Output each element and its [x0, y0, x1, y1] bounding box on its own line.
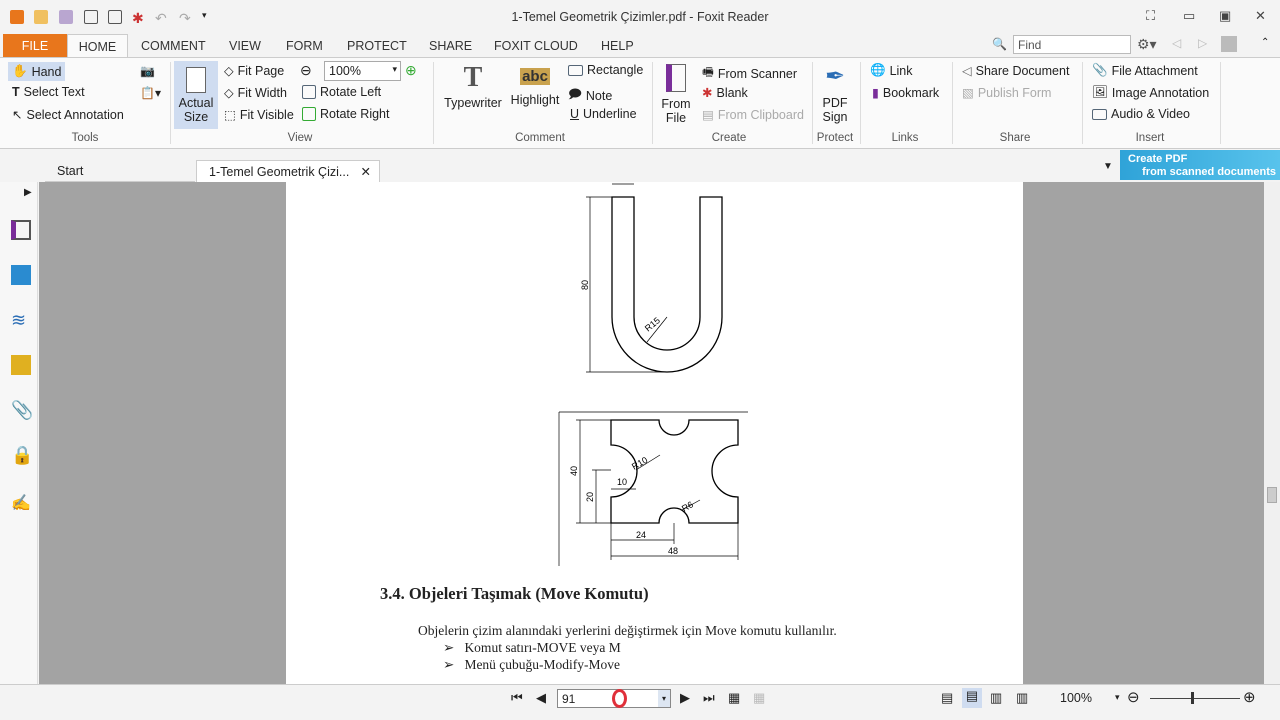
- paragraph: Objelerin çizim alanındaki yerlerini değ…: [418, 623, 837, 638]
- last-page-icon[interactable]: ⏭: [703, 690, 715, 706]
- technical-drawings: 80 R15 40 20 10 R10 R6 24 48: [558, 183, 748, 566]
- dim-24: 24: [636, 530, 646, 540]
- dim-20: 20: [585, 492, 595, 502]
- bullet-arrow-icon: ➢: [443, 657, 455, 672]
- dim-10: 10: [617, 477, 627, 487]
- dim-48: 48: [668, 546, 678, 556]
- bullet-item: ➢ Menü çubuğu-Modify-Move: [443, 657, 621, 672]
- page-dropdown-icon[interactable]: ▾: [658, 690, 670, 707]
- next-view-icon[interactable]: ▦: [753, 690, 765, 706]
- zoom-slider-handle[interactable]: [1191, 692, 1194, 704]
- zoom-dropdown-icon[interactable]: ▾: [1115, 692, 1120, 703]
- section-heading: 3.4. Objeleri Taşımak (Move Komutu): [380, 584, 649, 603]
- bullet-item: ➢ Komut satırı-MOVE veya M: [443, 640, 621, 655]
- u-shape-drawing: [611, 196, 723, 373]
- zoom-slider[interactable]: [1150, 698, 1240, 699]
- zoom-out-icon[interactable]: ⊖: [1127, 688, 1140, 706]
- dim-40: 40: [569, 466, 579, 476]
- dim-r6: R6: [680, 499, 695, 513]
- cursor-indicator: [612, 689, 627, 708]
- vertical-scrollbar[interactable]: [1264, 182, 1280, 684]
- scroll-thumb[interactable]: [1267, 487, 1277, 503]
- dim-80: 80: [580, 280, 590, 290]
- first-page-icon[interactable]: ⏮: [511, 690, 523, 706]
- zoom-in-icon[interactable]: ⊕: [1243, 688, 1256, 706]
- zoom-level[interactable]: 100%: [1060, 691, 1092, 705]
- continuous-page-icon[interactable]: ▤: [962, 688, 982, 708]
- next-page-icon[interactable]: ▶: [680, 690, 690, 706]
- bullet-arrow-icon: ➢: [443, 640, 455, 655]
- dim-r15: R15: [643, 315, 662, 333]
- previous-page-icon[interactable]: ◀: [536, 690, 546, 706]
- u-shape-outline: [611, 196, 723, 373]
- continuous-facing-icon[interactable]: ▥: [1016, 690, 1028, 706]
- previous-view-icon[interactable]: ▦: [728, 690, 740, 706]
- h-shape-outline: [610, 419, 739, 524]
- facing-page-icon[interactable]: ▥: [990, 690, 1002, 706]
- single-page-icon[interactable]: ▤: [941, 690, 953, 706]
